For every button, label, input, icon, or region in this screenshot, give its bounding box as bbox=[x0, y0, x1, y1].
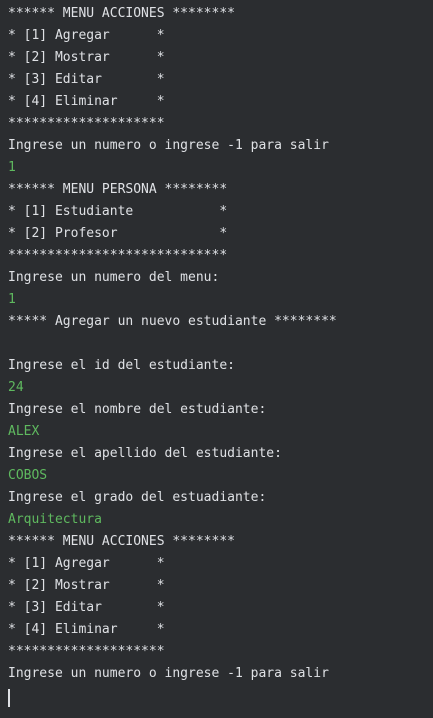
console-output-line: * [2] Mostrar * bbox=[8, 578, 165, 593]
console-output-line: ****** MENU ACCIONES ******** bbox=[8, 6, 235, 21]
console-output-line: Ingrese un numero o ingrese -1 para sali… bbox=[8, 666, 329, 681]
console-output-line: Ingrese un numero del menu: bbox=[8, 270, 220, 285]
console-output-line: Ingrese el grado del estuadiante: bbox=[8, 490, 267, 505]
console-output[interactable]: ****** MENU ACCIONES ******** * [1] Agreg… bbox=[0, 0, 433, 718]
console-output-line: * [4] Eliminar * bbox=[8, 94, 165, 109]
console-output-line: ******************** bbox=[8, 116, 165, 131]
console-user-input-line: ALEX bbox=[8, 424, 40, 439]
console-user-input-line: 1 bbox=[8, 292, 16, 307]
console-output-line: * [1] Agregar * bbox=[8, 28, 165, 43]
console-user-input-line: 1 bbox=[8, 160, 16, 175]
console-lines: ****** MENU ACCIONES ******** * [1] Agreg… bbox=[8, 3, 433, 685]
console-output-line: * [1] Agregar * bbox=[8, 556, 165, 571]
console-output-line: ****** MENU ACCIONES ******** bbox=[8, 534, 235, 549]
console-output-line: Ingrese un numero o ingrese -1 para sali… bbox=[8, 138, 329, 153]
console-user-input-line: Arquitectura bbox=[8, 512, 102, 527]
console-output-line: ******************** bbox=[8, 644, 165, 659]
console-output-line: **************************** bbox=[8, 248, 228, 263]
console-output-line: Ingrese el nombre del estudiante: bbox=[8, 402, 267, 417]
console-user-input-line: COBOS bbox=[8, 468, 48, 483]
console-output-line: * [2] Profesor * bbox=[8, 226, 228, 241]
console-output-line: * [3] Editar * bbox=[8, 72, 165, 87]
console-user-input-line: 24 bbox=[8, 380, 24, 395]
console-output-line: * [2] Mostrar * bbox=[8, 50, 165, 65]
console-output-line: ****** MENU PERSONA ******** bbox=[8, 182, 228, 197]
console-output-line: * [1] Estudiante * bbox=[8, 204, 228, 219]
console-output-line: * [4] Eliminar * bbox=[8, 622, 165, 637]
text-cursor[interactable] bbox=[8, 689, 10, 707]
console-output-line: Ingrese el id del estudiante: bbox=[8, 358, 235, 373]
console-output-line: * [3] Editar * bbox=[8, 600, 165, 615]
console-output-line: Ingrese el apellido del estudiante: bbox=[8, 446, 282, 461]
console-output-line: ***** Agregar un nuevo estudiante ******… bbox=[8, 314, 337, 329]
